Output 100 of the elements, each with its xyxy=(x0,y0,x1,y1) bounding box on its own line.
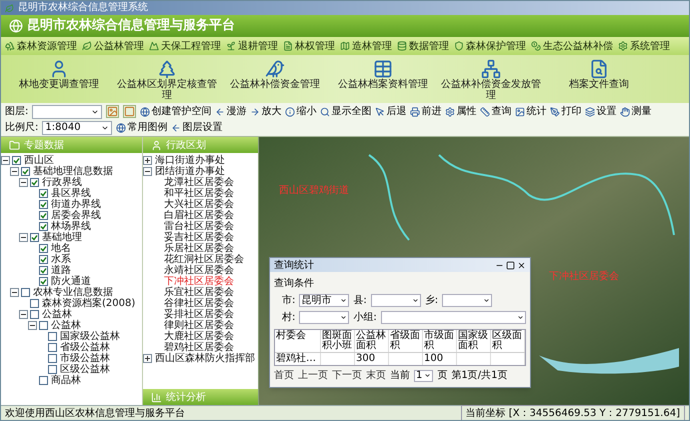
ribbon-button[interactable]: 公益林补偿资金发放管理 xyxy=(441,59,541,101)
checkbox[interactable] xyxy=(39,244,48,253)
ribbon-button[interactable]: 林地变更调查管理 xyxy=(9,59,109,90)
collapse-icon[interactable] xyxy=(19,233,28,242)
tree-item[interactable]: 县区界线 xyxy=(50,188,92,199)
checkbox[interactable] xyxy=(48,332,57,341)
tree-item[interactable]: 商品林 xyxy=(50,375,82,386)
tree-item[interactable]: 西山区 xyxy=(23,155,55,166)
pager-link[interactable]: 首页 xyxy=(274,368,294,383)
checkbox[interactable] xyxy=(48,365,57,374)
collapse-icon[interactable] xyxy=(19,178,28,187)
tree-item[interactable]: 公益林 xyxy=(50,320,82,331)
tree-item[interactable]: 街道办界线 xyxy=(50,199,102,210)
tree-item[interactable]: 行政界线 xyxy=(41,177,83,188)
menu-item[interactable]: 退耕管理 xyxy=(226,38,278,54)
tree-item[interactable]: 国家级公益林 xyxy=(59,331,121,342)
tree-item[interactable]: 西山区森林防火指挥部 xyxy=(154,353,256,364)
checkbox[interactable] xyxy=(48,343,57,352)
toolbar-button[interactable]: 漫游 xyxy=(215,104,246,119)
tree-item[interactable]: 白眉社区居委会 xyxy=(163,210,235,221)
toolbar-button[interactable]: 创建管护空间 xyxy=(140,104,212,119)
tree-item[interactable]: 公益林 xyxy=(41,309,73,320)
tree-item[interactable]: 花红洞社区居委会 xyxy=(163,254,245,265)
tree-item[interactable]: 农林专业信息数据 xyxy=(32,287,114,298)
menu-item[interactable]: 森林保护管理 xyxy=(454,38,526,54)
tree-item[interactable]: 乐居社区居委会 xyxy=(163,243,235,254)
image-icon[interactable] xyxy=(106,105,120,118)
square-icon[interactable] xyxy=(123,105,136,118)
close-icon[interactable] xyxy=(517,260,526,270)
toolbar-button[interactable]: 统计 xyxy=(515,104,546,119)
checkbox[interactable] xyxy=(48,354,57,363)
menu-item[interactable]: 造林管理 xyxy=(340,38,392,54)
tree-item[interactable]: 团结街道办事处 xyxy=(154,166,226,177)
checkbox[interactable] xyxy=(39,222,48,231)
ribbon-button[interactable]: 公益林区划界定核查管理 xyxy=(117,59,217,101)
tree-item[interactable]: 律则社区居委会 xyxy=(163,320,235,331)
tree-item[interactable]: 妥吉社区居委会 xyxy=(163,232,235,243)
pager-link[interactable]: 下一页 xyxy=(332,368,362,383)
toolbar-button[interactable]: 属性 xyxy=(445,104,476,119)
tree-item[interactable]: 基础地理 xyxy=(41,232,83,243)
expand-icon[interactable] xyxy=(143,354,152,363)
collapse-icon[interactable] xyxy=(143,167,152,176)
tree-item[interactable]: 大兴社区居委会 xyxy=(163,199,235,210)
collapse-icon[interactable] xyxy=(10,288,19,297)
checkbox[interactable] xyxy=(21,167,30,176)
dropdown[interactable]: 1:8040 xyxy=(42,120,112,134)
checkbox[interactable] xyxy=(39,321,48,330)
tree-item[interactable]: 地名 xyxy=(50,243,72,254)
maximize-icon[interactable] xyxy=(506,260,515,270)
pager-link[interactable]: 末页 xyxy=(366,368,386,383)
pager-link[interactable]: 上一页 xyxy=(298,368,328,383)
tree-item[interactable]: 防火通道 xyxy=(50,276,92,287)
tree-item[interactable]: 林场界线 xyxy=(50,221,92,232)
collapse-icon[interactable] xyxy=(10,167,19,176)
collapse-icon[interactable] xyxy=(28,321,37,330)
checkbox[interactable] xyxy=(30,178,39,187)
tree-item[interactable]: 省级公益林 xyxy=(59,342,111,353)
toolbar-button[interactable]: 打印 xyxy=(550,104,582,119)
tree-item[interactable]: 和平社区居委会 xyxy=(163,188,235,199)
checkbox[interactable] xyxy=(39,200,48,209)
toolbar-button[interactable]: 显示全图 xyxy=(320,104,372,119)
tree-item[interactable]: 市级公益林 xyxy=(59,353,111,364)
ribbon-button[interactable]: 档案文件查询 xyxy=(549,59,649,90)
expand-icon[interactable] xyxy=(143,156,152,165)
menu-item[interactable]: 数据管理 xyxy=(397,38,449,54)
tree-item[interactable]: 森林资源档案(2008) xyxy=(41,298,136,309)
tree-item[interactable]: 龙潭社区居委会 xyxy=(163,177,235,188)
menu-item[interactable]: 系统管理 xyxy=(618,38,670,54)
menu-item[interactable]: 公益林管理 xyxy=(82,38,144,54)
checkbox[interactable] xyxy=(21,288,30,297)
toolbar-button[interactable]: 前进 xyxy=(410,104,442,119)
toolbar-button[interactable]: 测量 xyxy=(620,104,652,119)
checkbox[interactable] xyxy=(30,233,39,242)
tree-item[interactable]: 雷台社区居委会 xyxy=(163,221,235,232)
page-dropdown[interactable]: 1 xyxy=(414,370,434,382)
checkbox[interactable] xyxy=(39,266,48,275)
dropdown[interactable]: 昆明市 xyxy=(299,294,350,307)
toolbar-button[interactable]: 常用图例 xyxy=(116,120,168,135)
toolbar-button[interactable]: 查询 xyxy=(480,104,512,119)
checkbox[interactable] xyxy=(39,376,48,385)
ribbon-button[interactable]: 公益林档案资料管理 xyxy=(333,59,433,90)
checkbox[interactable] xyxy=(39,189,48,198)
checkbox[interactable] xyxy=(12,156,21,165)
toolbar-button[interactable]: 缩小 xyxy=(285,104,316,119)
menu-item[interactable]: 生态公益林补偿 xyxy=(531,38,613,54)
tree-item[interactable]: 道路 xyxy=(50,265,72,276)
toolbar-button[interactable]: 后退 xyxy=(375,104,406,119)
checkbox[interactable] xyxy=(39,211,48,220)
tree-item[interactable]: 区级公益林 xyxy=(59,364,111,375)
menu-item[interactable]: 森林资源管理 xyxy=(5,38,77,54)
checkbox[interactable] xyxy=(39,277,48,286)
tree-item[interactable]: 大鹿社区居委会 xyxy=(163,331,235,342)
tree-item[interactable]: 基础地理信息数据 xyxy=(32,166,114,177)
tree-item[interactable]: 碧鸡社区居委会 xyxy=(163,342,235,353)
tree-item[interactable]: 妥排社区居委会 xyxy=(163,309,235,320)
tree-item[interactable]: 下冲社区居委会 xyxy=(163,276,235,287)
toolbar-button[interactable]: 设置 xyxy=(585,104,616,119)
collapse-icon[interactable] xyxy=(19,310,28,319)
menu-item[interactable]: 天保工程管理 xyxy=(149,38,221,54)
tree-item[interactable]: 居委会界线 xyxy=(50,210,102,221)
